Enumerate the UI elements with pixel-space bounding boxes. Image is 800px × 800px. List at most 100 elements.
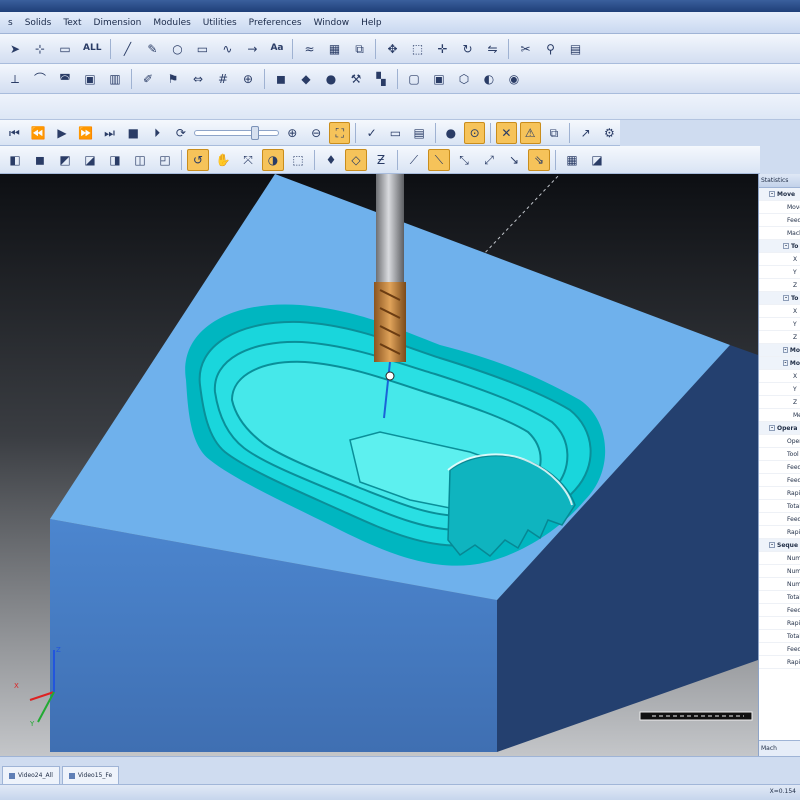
statistics-row[interactable]: Total M (759, 500, 800, 513)
statistics-row[interactable]: Numbe (759, 578, 800, 591)
statistics-row[interactable]: Feed Pl (759, 461, 800, 474)
zoom-out-icon[interactable]: ⊖ (306, 122, 327, 144)
rotate-icon[interactable]: ↻ (456, 38, 478, 60)
statistics-row[interactable]: - To (759, 240, 800, 253)
statistics-row[interactable]: Z (759, 396, 800, 409)
statistics-row[interactable]: Z (759, 279, 800, 292)
statistics-row[interactable]: - Move (759, 188, 800, 201)
pin-icon[interactable]: ⚲ (539, 38, 561, 60)
statistics-row[interactable]: Rapid (759, 487, 800, 500)
statistics-row[interactable]: - Mo (759, 344, 800, 357)
menu-help[interactable]: Help (355, 18, 388, 28)
compare-icon[interactable]: ⧉ (544, 122, 565, 144)
statistics-row[interactable]: Rapid (759, 526, 800, 539)
menu-window[interactable]: Window (308, 18, 356, 28)
rectangle-icon[interactable]: ▭ (191, 38, 213, 60)
toolpath-1-icon[interactable]: ⟋ (403, 149, 425, 171)
statistics-row[interactable]: Machin (759, 227, 800, 240)
stock-icon[interactable]: ▣ (79, 68, 101, 90)
doc-tab-video24[interactable]: Video24_All (2, 766, 60, 784)
cube-right-icon[interactable]: ◨ (104, 149, 126, 171)
dimension-icon[interactable]: ⇔ (187, 68, 209, 90)
step-forward-icon[interactable]: ⏩ (75, 122, 96, 144)
dynamic-view-icon[interactable]: ⤧ (237, 149, 259, 171)
menu-solids[interactable]: Solids (19, 18, 58, 28)
collapse-toggle-icon[interactable]: - (783, 347, 788, 353)
copy-icon[interactable]: ⧉ (348, 38, 370, 60)
drop-outline-icon[interactable]: ◇ (345, 148, 367, 171)
wireframe-icon[interactable]: ⬚ (287, 149, 309, 171)
statistics-row[interactable]: X (759, 305, 800, 318)
text-button[interactable]: Aa (266, 38, 287, 60)
cube-iso-icon[interactable]: ◰ (154, 149, 176, 171)
trim-icon[interactable]: ✂ (514, 38, 536, 60)
sphere-icon[interactable]: ◉ (503, 68, 525, 90)
grid-icon[interactable]: # (212, 68, 234, 90)
wave-icon[interactable]: ≈ (298, 38, 320, 60)
view-left-icon[interactable]: ◧ (4, 149, 26, 171)
statistics-row[interactable]: - Mo (759, 357, 800, 370)
statistics-row[interactable]: Total M (759, 630, 800, 643)
statistics-row[interactable]: Tool (759, 448, 800, 461)
toolpath-4-icon[interactable]: ⤢ (478, 149, 500, 171)
statistics-row[interactable]: X (759, 370, 800, 383)
collapse-toggle-icon[interactable]: - (769, 542, 775, 548)
menu-dimension[interactable]: Dimension (88, 18, 148, 28)
cube-red-icon[interactable]: ◼ (29, 149, 51, 171)
statistics-row[interactable]: Numbe (759, 565, 800, 578)
layer-icon[interactable]: ▤ (564, 38, 586, 60)
line-icon[interactable]: ╱ (116, 38, 138, 60)
menu-utilities[interactable]: Utilities (197, 18, 243, 28)
toolpath-2-icon[interactable]: ⟍ (428, 148, 450, 171)
pencil-icon[interactable]: ✐ (137, 68, 159, 90)
settings-icon[interactable]: ⚙ (599, 122, 620, 144)
collapse-toggle-icon[interactable]: - (769, 425, 775, 431)
statistics-row[interactable]: Rapid (759, 617, 800, 630)
select-all-button[interactable]: ALL (79, 38, 105, 60)
panel-icon[interactable]: ▭ (385, 122, 406, 144)
drop-red-icon[interactable]: ♦ (320, 149, 342, 171)
curve-icon[interactable]: ⌒ (29, 68, 51, 90)
view-top-icon[interactable]: ▣ (428, 68, 450, 90)
toolpath-3-icon[interactable]: ⤡ (453, 149, 475, 171)
statistics-row[interactable]: Feed Ra (759, 214, 800, 227)
menu-modules[interactable]: Modules (147, 18, 196, 28)
verify-icon[interactable]: ✓ (361, 122, 382, 144)
shade-icon[interactable]: ◐ (478, 68, 500, 90)
gouge-icon[interactable]: ⚠ (519, 121, 541, 144)
toolpath-5-icon[interactable]: ↘ (503, 149, 525, 171)
tool-display-icon[interactable]: ⊙ (464, 121, 486, 144)
z-axis-icon[interactable]: Ƶ (370, 149, 392, 171)
report-icon[interactable]: ▤ (409, 122, 430, 144)
statistics-row[interactable]: Me (759, 409, 800, 422)
zoom-in-icon[interactable]: ⊕ (282, 122, 303, 144)
step-back-icon[interactable]: ⏪ (28, 122, 49, 144)
tool-icon[interactable]: ⚒ (345, 68, 367, 90)
statistics-row[interactable]: Rapid (759, 656, 800, 669)
circle-icon[interactable]: ○ (166, 38, 188, 60)
rewind-icon[interactable]: ⏮ (4, 122, 25, 144)
skip-end-icon[interactable]: ⏭ (99, 122, 120, 144)
statistics-row[interactable]: Feed Pl (759, 604, 800, 617)
statistics-row[interactable]: Y (759, 266, 800, 279)
cube-shaded-icon[interactable]: ◆ (295, 68, 317, 90)
menu-preferences[interactable]: Preferences (243, 18, 308, 28)
collapse-toggle-icon[interactable]: - (783, 243, 789, 249)
mirror-icon[interactable]: ⇋ (481, 38, 503, 60)
toolpath-6-icon[interactable]: ⇘ (528, 148, 550, 171)
statistics-row[interactable]: Operat (759, 435, 800, 448)
collapse-toggle-icon[interactable]: - (769, 191, 775, 197)
move-icon[interactable]: ✥ (381, 38, 403, 60)
statistics-row[interactable]: Total M (759, 591, 800, 604)
graphics-viewport[interactable]: X Z Y (0, 174, 758, 756)
collapse-toggle-icon[interactable]: - (783, 295, 789, 301)
pan-icon[interactable]: ✋ (212, 149, 234, 171)
cube-icon[interactable]: ◼ (270, 68, 292, 90)
snap-icon[interactable]: ⊕ (237, 68, 259, 90)
cube-top-icon[interactable]: ◩ (54, 149, 76, 171)
cube-back-icon[interactable]: ◫ (129, 149, 151, 171)
grid-view-icon[interactable]: ▦ (561, 149, 583, 171)
fast-forward-icon[interactable]: ⏵ (147, 122, 168, 144)
chart-icon[interactable]: ▚ (370, 68, 392, 90)
sphere-blue-icon[interactable]: ● (440, 122, 461, 144)
